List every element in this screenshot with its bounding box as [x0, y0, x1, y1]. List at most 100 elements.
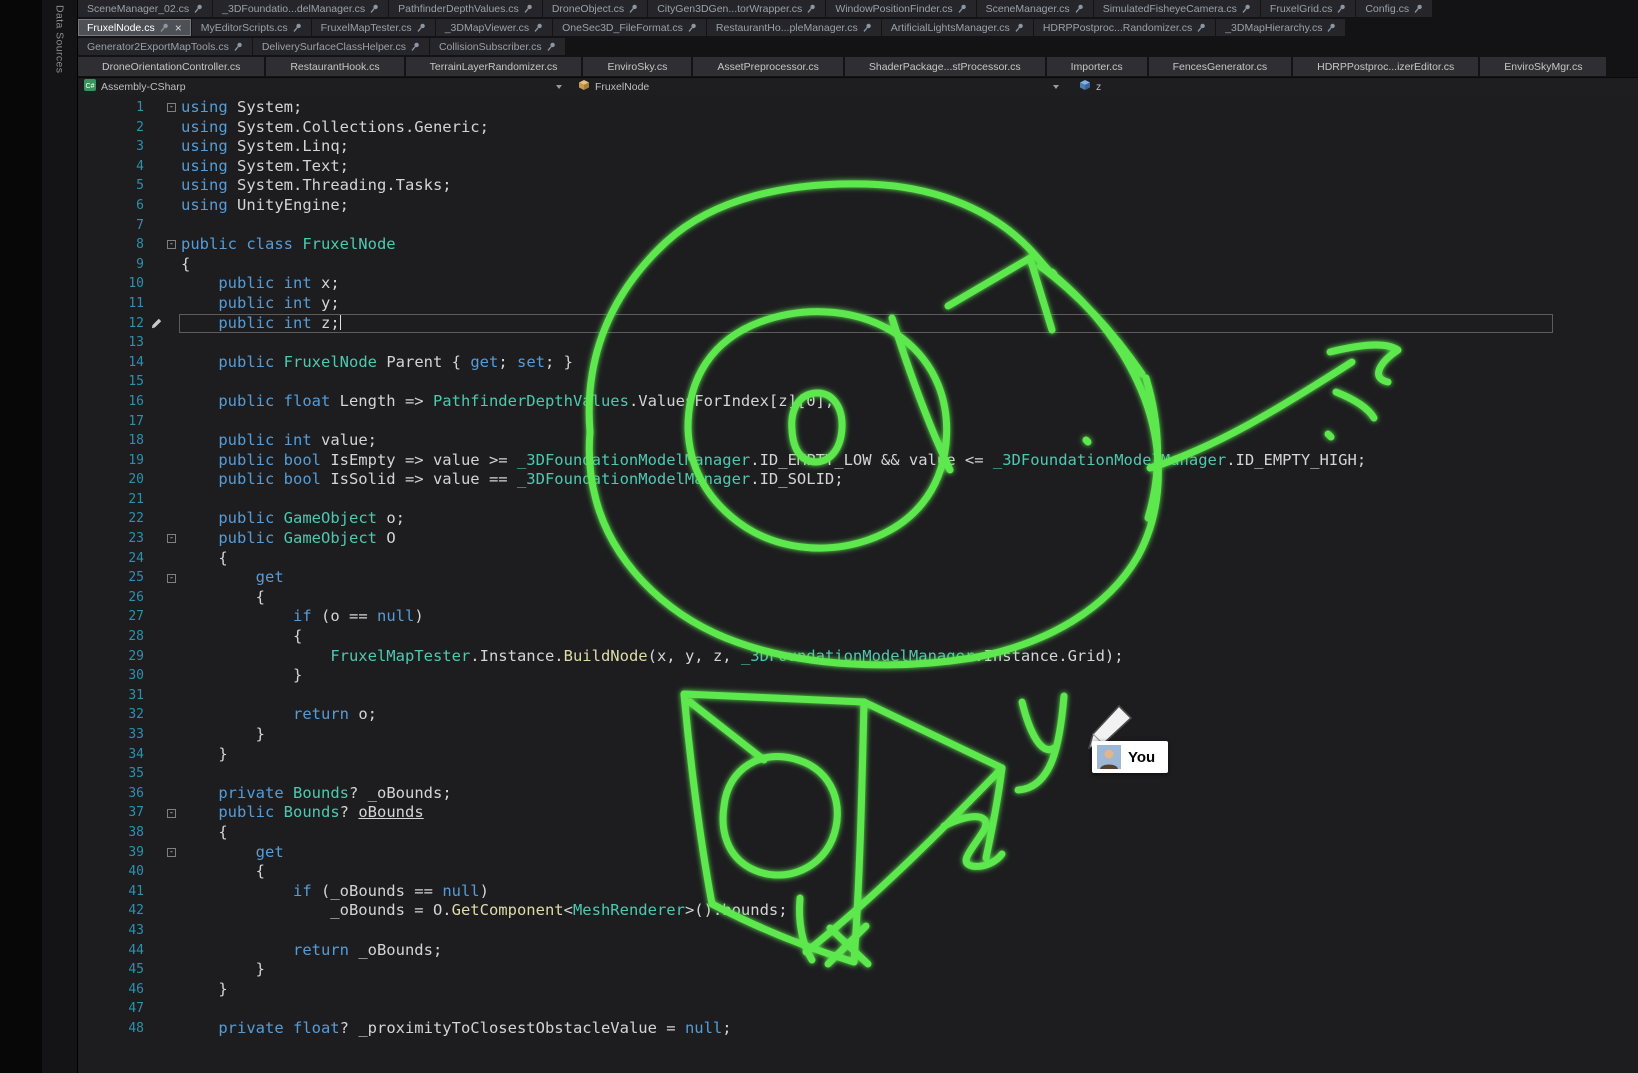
code-line-13[interactable]: 13: [78, 333, 1638, 353]
line-number[interactable]: 22: [78, 509, 148, 529]
line-number[interactable]: 27: [78, 607, 148, 627]
line-number[interactable]: 3: [78, 137, 148, 157]
code-line-7[interactable]: 7: [78, 216, 1638, 236]
code-line-26[interactable]: 26 {: [78, 588, 1638, 608]
code-line-45[interactable]: 45 }: [78, 960, 1638, 980]
code-editor[interactable]: 1-using System;2using System.Collections…: [78, 95, 1638, 1073]
tab-fruxelgrid-cs[interactable]: FruxelGrid.cs: [1261, 0, 1355, 17]
code-line-24[interactable]: 24 {: [78, 549, 1638, 569]
code-line-27[interactable]: 27 if (o == null): [78, 607, 1638, 627]
pin-icon[interactable]: [417, 23, 426, 32]
collapse-icon[interactable]: -: [167, 240, 176, 249]
tab-fruxelmaptester-cs[interactable]: FruxelMapTester.cs: [312, 19, 435, 36]
pin-icon[interactable]: [958, 4, 967, 13]
code-line-48[interactable]: 48 private float? _proximityToClosestObs…: [78, 1019, 1638, 1039]
tab-pathfinderdepthvalues-cs[interactable]: PathfinderDepthValues.cs: [389, 0, 542, 17]
pin-icon[interactable]: [293, 23, 302, 32]
line-number[interactable]: 26: [78, 588, 148, 608]
code-line-8[interactable]: 8-public class FruxelNode: [78, 235, 1638, 255]
tab-assetpreprocessor-cs[interactable]: AssetPreprocessor.cs: [693, 57, 843, 76]
tab-artificiallightsmanager-cs[interactable]: ArtificialLightsManager.cs: [882, 19, 1033, 36]
code-line-47[interactable]: 47: [78, 999, 1638, 1019]
pin-icon[interactable]: [160, 23, 169, 32]
tab-citygen3dgen-torwrapper-cs[interactable]: CityGen3DGen...torWrapper.cs: [648, 0, 825, 17]
line-number[interactable]: 33: [78, 725, 148, 745]
breadcrumb-type[interactable]: FruxelNode: [570, 78, 1067, 95]
tab-myeditorscripts-cs[interactable]: MyEditorScripts.cs: [192, 19, 311, 36]
code-line-43[interactable]: 43: [78, 921, 1638, 941]
line-number[interactable]: 16: [78, 392, 148, 412]
line-number[interactable]: 11: [78, 294, 148, 314]
pin-icon[interactable]: [1242, 4, 1251, 13]
line-number[interactable]: 6: [78, 196, 148, 216]
line-number[interactable]: 36: [78, 784, 148, 804]
tab-fencesgenerator-cs[interactable]: FencesGenerator.cs: [1149, 57, 1292, 76]
pin-icon[interactable]: [370, 4, 379, 13]
pin-icon[interactable]: [807, 4, 816, 13]
pin-icon[interactable]: [1337, 4, 1346, 13]
tab-enviroskymgr-cs[interactable]: EnviroSkyMgr.cs: [1480, 57, 1606, 76]
code-line-1[interactable]: 1-using System;: [78, 98, 1638, 118]
code-line-25[interactable]: 25- get: [78, 568, 1638, 588]
code-line-22[interactable]: 22 public GameObject o;: [78, 509, 1638, 529]
line-number[interactable]: 19: [78, 451, 148, 471]
line-number[interactable]: 47: [78, 999, 148, 1019]
line-number[interactable]: 8: [78, 235, 148, 255]
code-line-17[interactable]: 17: [78, 412, 1638, 432]
code-line-23[interactable]: 23- public GameObject O: [78, 529, 1638, 549]
code-line-5[interactable]: 5using System.Threading.Tasks;: [78, 176, 1638, 196]
tab-hdrppostproc-izereditor-cs[interactable]: HDRPPostproc...izerEditor.cs: [1293, 57, 1478, 76]
line-number[interactable]: 30: [78, 666, 148, 686]
close-icon[interactable]: ×: [175, 23, 182, 33]
code-line-2[interactable]: 2using System.Collections.Generic;: [78, 118, 1638, 138]
pin-icon[interactable]: [629, 4, 638, 13]
tab-importer-cs[interactable]: Importer.cs: [1047, 57, 1147, 76]
code-line-11[interactable]: 11 public int y;: [78, 294, 1638, 314]
tab-simulatedfisheyecamera-cs[interactable]: SimulatedFisheyeCamera.cs: [1094, 0, 1260, 17]
pin-icon[interactable]: [1075, 4, 1084, 13]
code-line-15[interactable]: 15: [78, 372, 1638, 392]
line-number[interactable]: 18: [78, 431, 148, 451]
code-line-33[interactable]: 33 }: [78, 725, 1638, 745]
line-number[interactable]: 14: [78, 353, 148, 373]
code-line-18[interactable]: 18 public int value;: [78, 431, 1638, 451]
line-number[interactable]: 25: [78, 568, 148, 588]
line-number[interactable]: 48: [78, 1019, 148, 1039]
line-number[interactable]: 45: [78, 960, 148, 980]
code-line-39[interactable]: 39- get: [78, 843, 1638, 863]
line-number[interactable]: 5: [78, 176, 148, 196]
code-line-14[interactable]: 14 public FruxelNode Parent { get; set; …: [78, 353, 1638, 373]
line-number[interactable]: 39: [78, 843, 148, 863]
line-number[interactable]: 20: [78, 470, 148, 490]
tab-config-cs[interactable]: Config.cs: [1356, 0, 1432, 17]
tab-terrainlayerrandomizer-cs[interactable]: TerrainLayerRandomizer.cs: [406, 57, 582, 76]
line-number[interactable]: 12: [78, 314, 148, 334]
tab-restauranthook-cs[interactable]: RestaurantHook.cs: [266, 57, 403, 76]
code-line-6[interactable]: 6using UnityEngine;: [78, 196, 1638, 216]
line-number[interactable]: 24: [78, 549, 148, 569]
tab-fruxelnode-cs[interactable]: FruxelNode.cs×: [78, 19, 191, 36]
pin-icon[interactable]: [524, 4, 533, 13]
tab-droneorientationcontroller-cs[interactable]: DroneOrientationController.cs: [78, 57, 264, 76]
line-number[interactable]: 15: [78, 372, 148, 392]
code-line-31[interactable]: 31: [78, 686, 1638, 706]
code-line-10[interactable]: 10 public int x;: [78, 274, 1638, 294]
code-line-29[interactable]: 29 FruxelMapTester.Instance.BuildNode(x,…: [78, 647, 1638, 667]
pin-icon[interactable]: [1327, 23, 1336, 32]
tab-onesec3d-fileformat-cs[interactable]: OneSec3D_FileFormat.cs: [553, 19, 706, 36]
line-number[interactable]: 29: [78, 647, 148, 667]
code-line-38[interactable]: 38 {: [78, 823, 1638, 843]
line-number[interactable]: 32: [78, 705, 148, 725]
line-number[interactable]: 35: [78, 764, 148, 784]
code-line-16[interactable]: 16 public float Length => PathfinderDept…: [78, 392, 1638, 412]
pin-icon[interactable]: [1197, 23, 1206, 32]
pin-icon[interactable]: [863, 23, 872, 32]
line-number[interactable]: 1: [78, 98, 148, 118]
line-number[interactable]: 7: [78, 216, 148, 236]
pin-icon[interactable]: [234, 42, 243, 51]
tab-hdrppostproc-randomizer-cs[interactable]: HDRPPostproc...Randomizer.cs: [1034, 19, 1215, 36]
code-line-20[interactable]: 20 public bool IsSolid => value == _3DFo…: [78, 470, 1638, 490]
code-line-46[interactable]: 46 }: [78, 980, 1638, 1000]
pin-icon[interactable]: [1015, 23, 1024, 32]
line-number[interactable]: 40: [78, 862, 148, 882]
